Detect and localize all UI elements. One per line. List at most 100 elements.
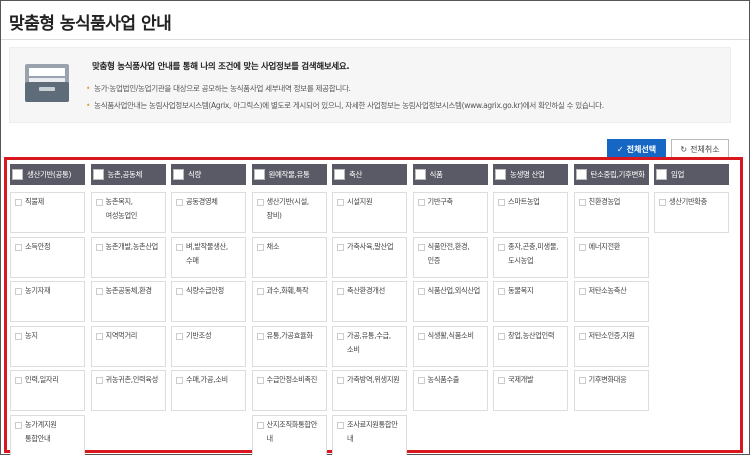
category-header[interactable]: 원예작물,유통 [251, 164, 327, 185]
clear-all-button[interactable]: ↻ 전체취소 [671, 139, 729, 159]
program-checkbox[interactable] [337, 243, 344, 251]
program-option[interactable]: 생산기반확충 [654, 192, 729, 233]
program-checkbox[interactable] [498, 243, 505, 251]
program-checkbox[interactable] [498, 377, 505, 384]
program-checkbox[interactable] [176, 243, 183, 251]
program-option[interactable]: 가공,유통,수급, 소비 [332, 325, 407, 367]
program-checkbox[interactable] [337, 288, 344, 295]
program-checkbox[interactable] [578, 199, 586, 206]
program-checkbox[interactable] [578, 288, 586, 295]
program-checkbox[interactable] [417, 199, 425, 206]
program-checkbox[interactable] [498, 332, 505, 340]
program-checkbox[interactable] [256, 288, 264, 295]
program-option[interactable]: 가축사육,말산업 [332, 236, 407, 278]
program-option[interactable]: 귀농귀촌,인력육성 [90, 370, 166, 411]
program-checkbox[interactable] [15, 288, 22, 295]
category-checkbox[interactable] [12, 169, 23, 180]
program-option[interactable]: 기반조성 [171, 325, 246, 367]
program-option[interactable]: 종자,곤충,미생물, 도시농업 [493, 236, 568, 278]
program-checkbox[interactable] [95, 243, 103, 251]
program-option[interactable]: 채소 [251, 236, 327, 278]
program-option[interactable]: 수매,가공,소비 [171, 370, 246, 411]
program-option[interactable]: 시설지원 [332, 192, 407, 233]
program-option[interactable]: 산지조직화통합안 내 [251, 414, 327, 455]
program-option[interactable]: 식량수급안정 [171, 281, 246, 322]
program-option[interactable]: 농촌개발,농촌산업 [90, 236, 166, 278]
program-option[interactable]: 스마트농업 [493, 192, 568, 233]
program-checkbox[interactable] [659, 199, 666, 206]
program-checkbox[interactable] [15, 199, 22, 206]
program-option[interactable]: 기반구축 [412, 192, 488, 233]
program-option[interactable]: 농촌복지, 여성농업인 [90, 192, 166, 233]
program-checkbox[interactable] [15, 421, 22, 429]
program-option[interactable]: 인력,일자리 [10, 370, 85, 411]
program-checkbox[interactable] [417, 332, 425, 340]
category-header[interactable]: 임업 [654, 164, 729, 185]
program-option[interactable]: 창업,농산업인력 [493, 325, 568, 367]
program-checkbox[interactable] [578, 243, 586, 251]
program-checkbox[interactable] [95, 199, 103, 206]
category-checkbox[interactable] [414, 169, 426, 180]
program-checkbox[interactable] [95, 332, 103, 340]
select-all-button[interactable]: ✓ 전체선택 [607, 139, 666, 159]
program-option[interactable]: 조사료지원통합안 내 [332, 414, 407, 455]
program-option[interactable]: 가축방역,위생지원 [332, 370, 407, 411]
program-option[interactable]: 농지 [10, 325, 85, 367]
program-checkbox[interactable] [15, 243, 22, 251]
category-header[interactable]: 식량 [171, 164, 246, 185]
program-option[interactable]: 저탄소농축산 [573, 281, 649, 322]
program-checkbox[interactable] [578, 332, 586, 340]
program-checkbox[interactable] [176, 288, 183, 295]
program-checkbox[interactable] [498, 288, 505, 295]
program-option[interactable]: 공동경영체 [171, 192, 246, 233]
program-checkbox[interactable] [95, 377, 103, 384]
program-option[interactable]: 과수,화훼,특작 [251, 281, 327, 322]
program-option[interactable]: 수급안정소비촉진 [251, 370, 327, 411]
program-checkbox[interactable] [176, 199, 183, 206]
program-option[interactable]: 농기자재 [10, 281, 85, 322]
category-checkbox[interactable] [92, 169, 104, 180]
category-checkbox[interactable] [575, 169, 587, 180]
program-option[interactable]: 식생활,식품소비 [412, 325, 488, 367]
program-checkbox[interactable] [417, 377, 425, 384]
program-checkbox[interactable] [95, 288, 103, 295]
category-header[interactable]: 축산 [332, 164, 407, 185]
program-checkbox[interactable] [337, 199, 344, 206]
program-checkbox[interactable] [337, 377, 344, 384]
program-checkbox[interactable] [256, 421, 264, 429]
category-header[interactable]: 농생명 산업 [493, 164, 568, 185]
program-option[interactable]: 저탄소인증,지원 [573, 325, 649, 367]
category-header[interactable]: 농촌,공동체 [90, 164, 166, 185]
program-checkbox[interactable] [176, 332, 183, 340]
program-option[interactable]: 에너지전환 [573, 236, 649, 278]
category-checkbox[interactable] [495, 169, 506, 180]
program-option[interactable]: 소득안정 [10, 236, 85, 278]
program-option[interactable]: 국제개발 [493, 370, 568, 411]
category-header[interactable]: 탄소중립,기후변화 [573, 164, 649, 185]
program-option[interactable]: 친환경농업 [573, 192, 649, 233]
program-checkbox[interactable] [578, 377, 586, 384]
program-option[interactable]: 식품산업,외식산업 [412, 281, 488, 322]
program-option[interactable]: 지역먹거리 [90, 325, 166, 367]
program-option[interactable]: 농촌공동체,환경 [90, 281, 166, 322]
category-checkbox[interactable] [656, 169, 667, 180]
program-checkbox[interactable] [256, 332, 264, 340]
program-option[interactable]: 동물복지 [493, 281, 568, 322]
program-checkbox[interactable] [15, 332, 22, 340]
program-checkbox[interactable] [417, 288, 425, 295]
category-checkbox[interactable] [173, 169, 184, 180]
program-option[interactable]: 농가계지원 통합안내 [10, 414, 85, 455]
program-option[interactable]: 유통,가공효율화 [251, 325, 327, 367]
program-checkbox[interactable] [417, 243, 425, 251]
program-option[interactable]: 생산기반(시설, 장비) [251, 192, 327, 233]
program-option[interactable]: 직불제 [10, 192, 85, 233]
program-checkbox[interactable] [15, 377, 22, 384]
program-option[interactable]: 기후변화대응 [573, 370, 649, 411]
program-checkbox[interactable] [498, 199, 505, 206]
category-checkbox[interactable] [253, 169, 265, 180]
category-header[interactable]: 식품 [412, 164, 488, 185]
program-checkbox[interactable] [256, 377, 264, 384]
program-checkbox[interactable] [337, 332, 344, 340]
program-option[interactable]: 농식품수출 [412, 370, 488, 411]
category-checkbox[interactable] [334, 169, 345, 180]
